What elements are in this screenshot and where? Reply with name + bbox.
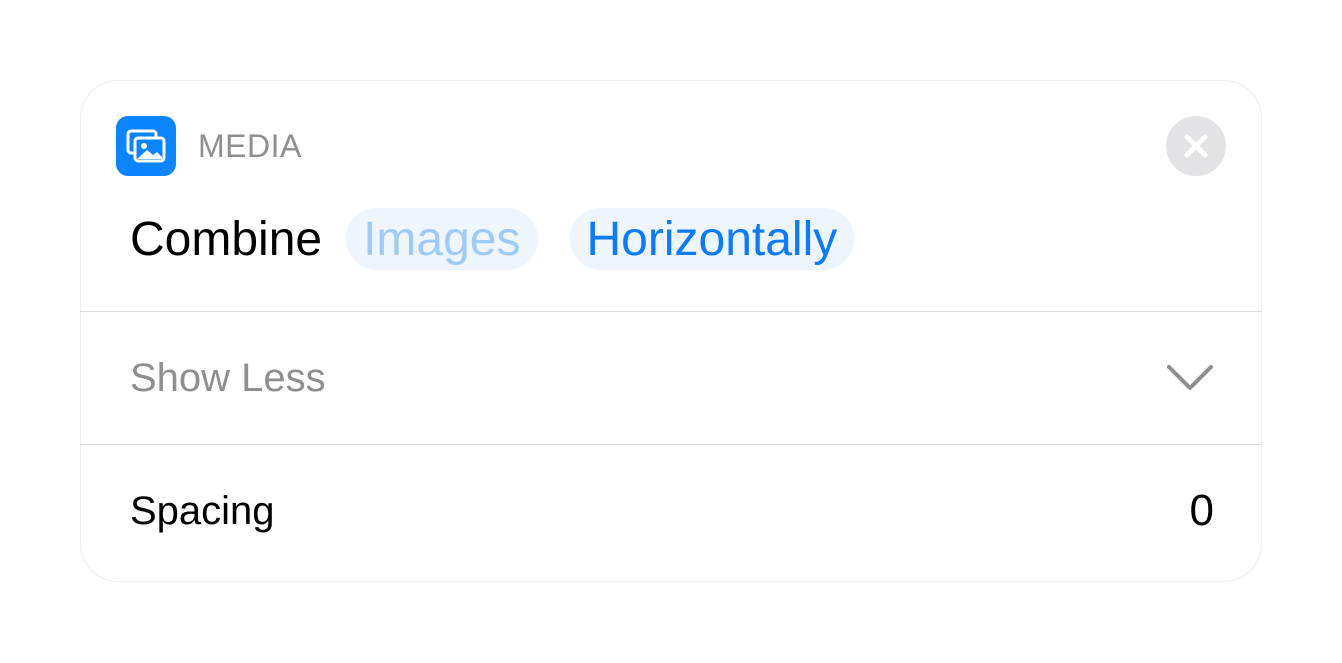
action-verb: Combine bbox=[130, 212, 323, 266]
show-less-label: Show Less bbox=[130, 355, 326, 400]
action-card: MEDIA Combine Images Horizontally Show L… bbox=[80, 80, 1262, 582]
spacing-label: Spacing bbox=[130, 488, 275, 533]
close-button[interactable] bbox=[1166, 116, 1226, 176]
action-sentence: Combine Images Horizontally bbox=[130, 208, 886, 270]
mode-selector-token[interactable]: Horizontally bbox=[569, 208, 855, 270]
spacing-value[interactable]: 0 bbox=[1190, 486, 1214, 536]
images-input-token[interactable]: Images bbox=[346, 208, 538, 270]
photos-stack-icon bbox=[116, 116, 176, 176]
action-category-label: MEDIA bbox=[198, 127, 302, 164]
close-icon bbox=[1184, 134, 1208, 158]
action-header: MEDIA bbox=[116, 116, 302, 176]
show-less-toggle[interactable]: Show Less bbox=[80, 312, 1262, 444]
chevron-down-icon bbox=[1167, 365, 1213, 390]
parameter-row-spacing[interactable]: Spacing 0 bbox=[80, 445, 1262, 577]
